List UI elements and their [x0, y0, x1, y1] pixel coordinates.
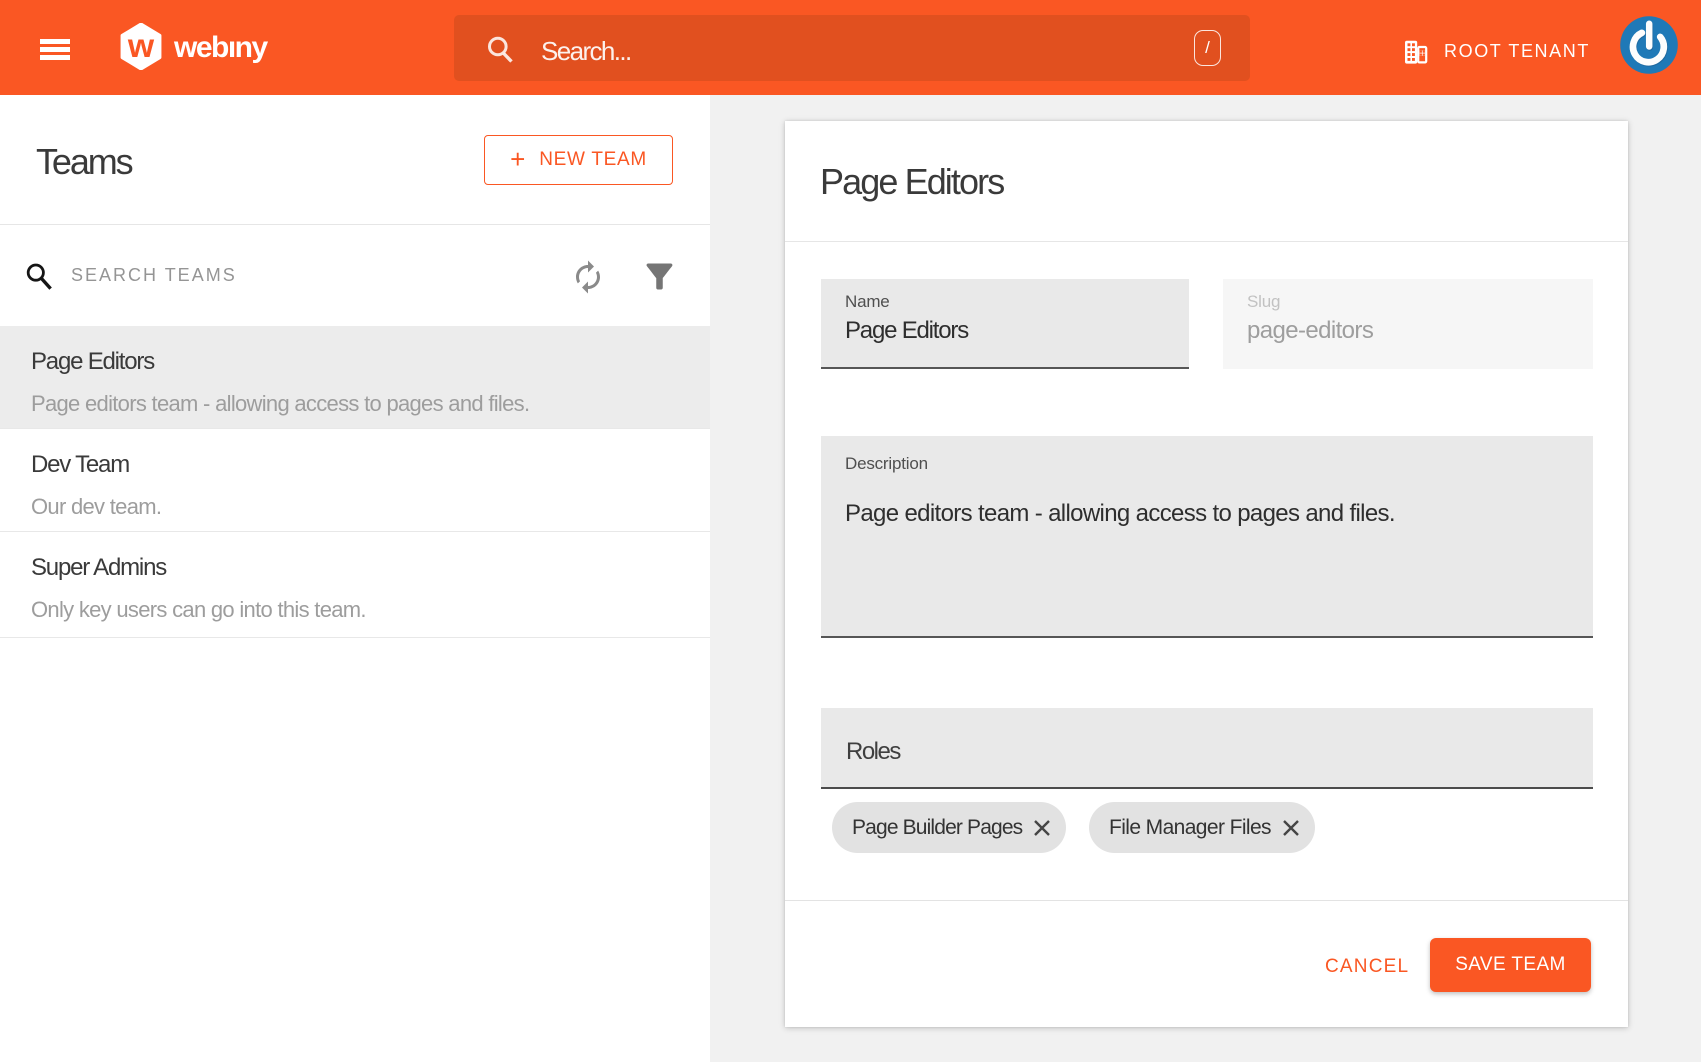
svg-text:w: w [127, 27, 155, 65]
